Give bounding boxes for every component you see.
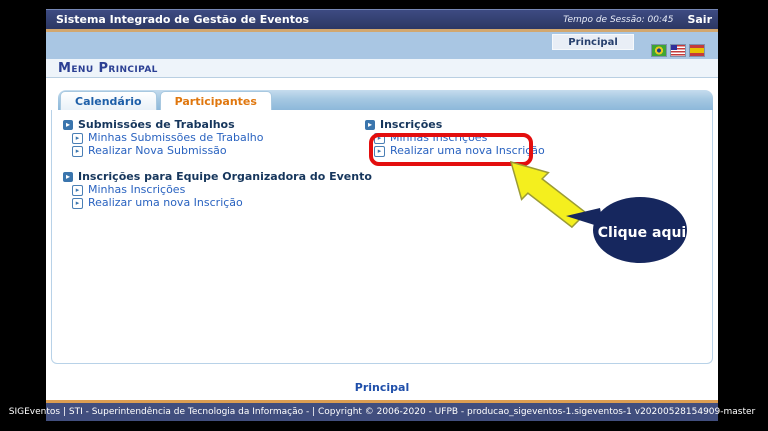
group-bullet-icon: ▸	[63, 172, 73, 182]
menu-content: ▸ Submissões de Trabalhos ▸ Minhas Submi…	[51, 110, 713, 364]
link-minhas-inscricoes-equipe[interactable]: ▸ Minhas Inscrições	[72, 184, 372, 196]
item-bullet-icon: ▸	[374, 133, 385, 144]
principal-tab-button[interactable]: Principal	[552, 34, 634, 50]
menu-group-inscricoes: ▸ Inscrições ▸ Minhas Inscrições ▸ Reali…	[365, 118, 545, 157]
session-timer: Tempo de Sessão: 00:45	[563, 15, 673, 25]
tab-calendario[interactable]: Calendário	[60, 91, 157, 110]
principal-bottom-link[interactable]: Principal	[355, 381, 409, 400]
menu-principal-title: Menu Principal	[58, 61, 158, 76]
item-bullet-icon: ▸	[374, 146, 385, 157]
group-bullet-icon: ▸	[63, 120, 73, 130]
link-realizar-nova-inscricao[interactable]: ▸ Realizar uma nova Inscrição	[374, 145, 545, 157]
link-realizar-nova-submissao[interactable]: ▸ Realizar Nova Submissão	[72, 145, 372, 157]
bottom-nav: Principal	[46, 364, 718, 400]
screen: { "window": { "title": "Sistema Integrad…	[0, 0, 768, 431]
group-title-label: Inscrições para Equipe Organizadora do E…	[78, 170, 372, 183]
menu-principal-header: Menu Principal	[46, 59, 718, 78]
title-bar: Sistema Integrado de Gestão de Eventos T…	[46, 9, 718, 29]
menu-column-left: ▸ Submissões de Trabalhos ▸ Minhas Submi…	[63, 118, 372, 209]
footer-bar: SIGEventos | STI - Superintendência de T…	[46, 403, 718, 421]
spain-flag-icon[interactable]	[689, 44, 705, 57]
link-minhas-submissoes[interactable]: ▸ Minhas Submissões de Trabalho	[72, 132, 372, 144]
item-bullet-icon: ▸	[72, 133, 83, 144]
app-window: Sistema Integrado de Gestão de Eventos T…	[46, 9, 718, 420]
top-band: Principal	[46, 32, 718, 59]
menu-group-equipe-organizadora: ▸ Inscrições para Equipe Organizadora do…	[63, 170, 372, 209]
language-switcher	[651, 44, 705, 57]
group-title-label: Inscrições	[380, 118, 442, 131]
logout-link[interactable]: Sair	[687, 13, 712, 26]
link-minhas-inscricoes[interactable]: ▸ Minhas Inscrições	[374, 132, 545, 144]
copyright-text: SIGEventos | STI - Superintendência de T…	[9, 407, 755, 417]
spacer	[46, 78, 718, 90]
item-bullet-icon: ▸	[72, 185, 83, 196]
app-title: Sistema Integrado de Gestão de Eventos	[46, 13, 563, 26]
group-bullet-icon: ▸	[365, 120, 375, 130]
item-bullet-icon: ▸	[72, 198, 83, 209]
menu-column-right: ▸ Inscrições ▸ Minhas Inscrições ▸ Reali…	[365, 118, 545, 157]
link-realizar-inscricao-equipe[interactable]: ▸ Realizar uma nova Inscrição	[72, 197, 372, 209]
group-title-label: Submissões de Trabalhos	[78, 118, 235, 131]
item-bullet-icon: ▸	[72, 146, 83, 157]
tab-participantes[interactable]: Participantes	[160, 91, 272, 110]
brazil-flag-icon[interactable]	[651, 44, 667, 57]
menu-group-submissoes: ▸ Submissões de Trabalhos ▸ Minhas Submi…	[63, 118, 372, 157]
clique-aqui-label: Clique aqui	[590, 225, 694, 241]
usa-flag-icon[interactable]	[670, 44, 686, 57]
tab-strip: Calendário Participantes	[58, 90, 713, 110]
